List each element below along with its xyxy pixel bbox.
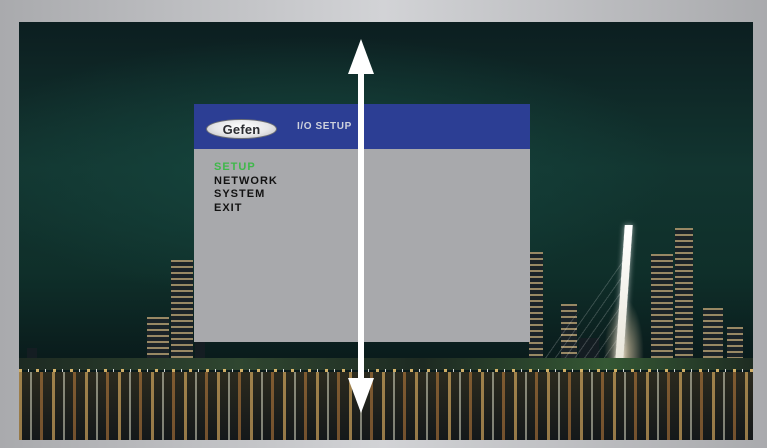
arrow-head-down [348,378,374,413]
arrow-head-up [348,39,374,74]
arrow-shaft [358,66,364,386]
vertical-double-arrow-icon [348,39,374,413]
